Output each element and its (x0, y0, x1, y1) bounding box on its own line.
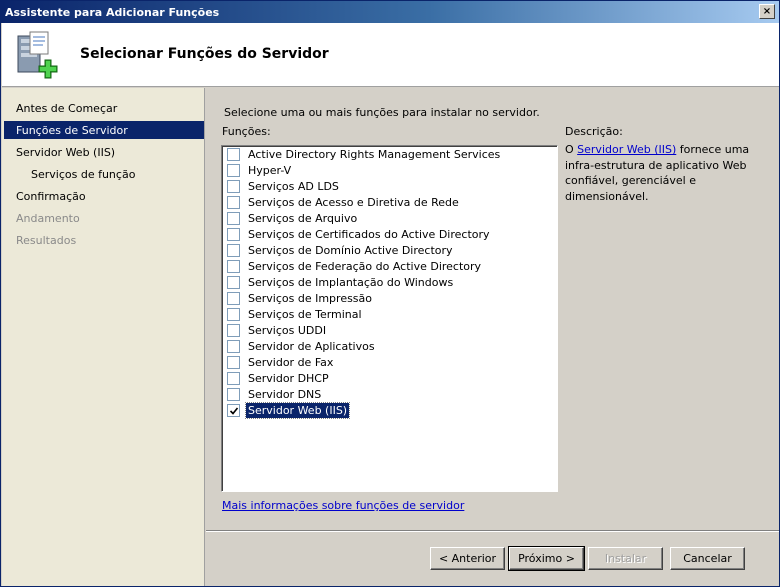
nav-step-label: Confirmação (16, 189, 86, 203)
role-list-item[interactable]: Serviços de Arquivo (227, 211, 359, 226)
close-icon: × (762, 5, 772, 17)
wizard-window: Assistente para Adicionar Funções × Sele… (0, 0, 780, 587)
nav-step-label: Resultados (16, 233, 77, 247)
role-label: Servidor Web (IIS) (244, 402, 351, 419)
nav-step-servicos-de-funcao[interactable]: Serviços de função (4, 165, 204, 183)
role-list-item[interactable]: Serviços de Implantação do Windows (227, 275, 455, 290)
role-list-item[interactable]: Servidor Web (IIS) (227, 402, 351, 419)
nav-step-confirmacao[interactable]: Confirmação (4, 187, 204, 205)
install-button: Instalar (588, 547, 663, 570)
wizard-header: Selecionar Funções do Servidor (2, 23, 779, 87)
role-label: Serviços de Federação do Active Director… (248, 260, 482, 273)
role-label: Active Directory Rights Management Servi… (248, 148, 501, 161)
nav-step-andamento: Andamento (4, 209, 204, 227)
role-list-item[interactable]: Servidor DHCP (227, 371, 331, 386)
more-info-link[interactable]: Mais informações sobre funções de servid… (222, 499, 464, 512)
role-checkbox[interactable] (227, 372, 240, 385)
role-label: Servidor DHCP (248, 372, 329, 385)
role-label: Serviços de Impressão (248, 292, 373, 305)
role-label: Serviços AD LDS (248, 180, 339, 193)
roles-checklist[interactable]: Active Directory Rights Management Servi… (221, 145, 558, 492)
role-label: Servidor de Fax (248, 356, 334, 369)
role-checkbox[interactable] (227, 292, 240, 305)
nav-step-label: Antes de Começar (16, 101, 118, 115)
role-checkbox[interactable] (227, 244, 240, 257)
role-checkbox[interactable] (227, 148, 240, 161)
role-checkbox[interactable] (227, 324, 240, 337)
role-checkbox[interactable] (227, 260, 240, 273)
role-description: O Servidor Web (IIS) fornece uma infra-e… (565, 142, 760, 204)
role-list-item[interactable]: Servidor DNS (227, 387, 323, 402)
role-checkbox[interactable] (227, 164, 240, 177)
role-list-item[interactable]: Serviços de Certificados do Active Direc… (227, 227, 492, 242)
role-label: Hyper-V (248, 164, 292, 177)
role-checkbox[interactable] (227, 356, 240, 369)
nav-step-label: Funções de Servidor (16, 123, 128, 137)
description-role-link[interactable]: Servidor Web (IIS) (577, 143, 676, 156)
role-label: Serviços UDDI (248, 324, 327, 337)
role-list-item[interactable]: Serviços de Terminal (227, 307, 364, 322)
role-list-item[interactable]: Active Directory Rights Management Servi… (227, 147, 502, 162)
role-list-item[interactable]: Serviços de Domínio Active Directory (227, 243, 455, 258)
role-checkbox[interactable] (227, 228, 240, 241)
cancel-button[interactable]: Cancelar (670, 547, 745, 570)
back-button[interactable]: < Anterior (430, 547, 505, 570)
nav-step-resultados: Resultados (4, 231, 204, 249)
title-bar[interactable]: Assistente para Adicionar Funções × (1, 1, 779, 23)
role-label: Servidor DNS (248, 388, 322, 401)
role-label: Servidor de Aplicativos (248, 340, 375, 353)
nav-step-antes-de-comecar[interactable]: Antes de Começar (4, 99, 204, 117)
role-list-item[interactable]: Serviços UDDI (227, 323, 328, 338)
role-list-item[interactable]: Servidor de Aplicativos (227, 339, 377, 354)
role-label: Serviços de Certificados do Active Direc… (248, 228, 490, 241)
role-list-item[interactable]: Serviços AD LDS (227, 179, 341, 194)
role-label: Serviços de Implantação do Windows (248, 276, 454, 289)
description-label: Descrição: (565, 125, 623, 138)
instruction-text: Selecione uma ou mais funções para insta… (224, 106, 540, 119)
nav-step-funcoes-de-servidor[interactable]: Funções de Servidor (4, 121, 204, 139)
role-label: Serviços de Domínio Active Directory (248, 244, 453, 257)
nav-step-label: Servidor Web (IIS) (16, 145, 116, 159)
role-list-item[interactable]: Servidor de Fax (227, 355, 335, 370)
role-checkbox[interactable] (227, 308, 240, 321)
role-checkbox[interactable] (227, 276, 240, 289)
role-checkbox-checked[interactable] (227, 404, 240, 417)
role-list-item[interactable]: Serviços de Impressão (227, 291, 374, 306)
description-prefix: O (565, 143, 578, 156)
role-label: Serviços de Arquivo (248, 212, 358, 225)
role-checkbox[interactable] (227, 340, 240, 353)
nav-step-label: Serviços de função (31, 167, 136, 181)
role-checkbox[interactable] (227, 180, 240, 193)
role-list-item[interactable]: Serviços de Acesso e Diretiva de Rede (227, 195, 461, 210)
page-title: Selecionar Funções do Servidor (80, 46, 329, 62)
nav-step-label: Andamento (16, 211, 80, 225)
role-label: Serviços de Acesso e Diretiva de Rede (248, 196, 459, 209)
role-checkbox[interactable] (227, 388, 240, 401)
close-button[interactable]: × (759, 4, 775, 19)
checkmark-icon (229, 406, 238, 415)
nav-step-servidor-web[interactable]: Servidor Web (IIS) (4, 143, 204, 161)
role-checkbox[interactable] (227, 196, 240, 209)
next-button[interactable]: Próximo > (508, 546, 585, 571)
wizard-steps-nav: Antes de Começar Funções de Servidor Ser… (2, 88, 205, 586)
server-roles-add-icon (14, 28, 64, 80)
role-label: Serviços de Terminal (248, 308, 362, 321)
role-list-item[interactable]: Serviços de Federação do Active Director… (227, 259, 483, 274)
role-list-item[interactable]: Hyper-V (227, 163, 293, 178)
footer-separator (206, 530, 779, 532)
window-title: Assistente para Adicionar Funções (5, 5, 220, 19)
role-checkbox[interactable] (227, 212, 240, 225)
roles-label: Funções: (222, 125, 271, 138)
main-panel: Selecione uma ou mais funções para insta… (206, 88, 779, 586)
